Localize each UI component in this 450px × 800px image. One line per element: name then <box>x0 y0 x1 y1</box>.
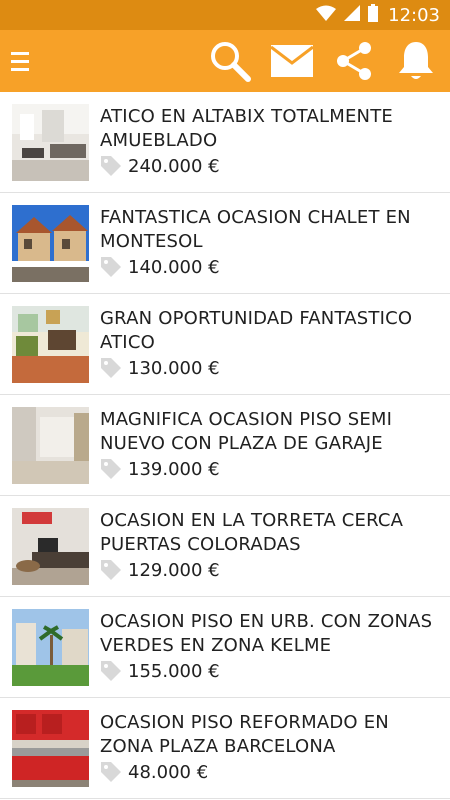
price-tag-icon <box>100 155 122 177</box>
list-item[interactable]: ATICO EN ALTABIX TOTALMENTE AMUEBLADO 24… <box>0 92 450 193</box>
listing-list: ATICO EN ALTABIX TOTALMENTE AMUEBLADO 24… <box>0 92 450 800</box>
listing-title: MAGNIFICA OCASION PISO SEMI NUEVO CON PL… <box>100 409 393 454</box>
wifi-icon <box>316 5 337 26</box>
mail-icon[interactable] <box>268 37 316 85</box>
listing-title: OCASION PISO REFORMADO EN ZONA PLAZA BAR… <box>100 712 389 757</box>
hamburger-menu-icon[interactable] <box>0 30 40 92</box>
status-bar: 12:03 <box>0 0 450 30</box>
listing-title: ATICO EN ALTABIX TOTALMENTE AMUEBLADO <box>100 106 393 151</box>
listing-price: 48.000 € <box>128 761 209 783</box>
listing-thumbnail <box>12 609 89 686</box>
listing-thumbnail <box>12 104 89 181</box>
list-item[interactable]: GRAN OPORTUNIDAD FANTASTICO ATICO 130.00… <box>0 294 450 395</box>
listing-price: 139.000 € <box>128 458 220 480</box>
share-icon[interactable] <box>330 37 378 85</box>
listing-title: OCASION EN LA TORRETA CERCA PUERTAS COLO… <box>100 510 404 555</box>
price-tag-icon <box>100 559 122 581</box>
signal-icon <box>344 4 361 26</box>
price-tag-icon <box>100 458 122 480</box>
listing-thumbnail <box>12 710 89 787</box>
price-tag-icon <box>100 761 122 783</box>
listing-price: 130.000 € <box>128 357 220 379</box>
listing-title: GRAN OPORTUNIDAD FANTASTICO ATICO <box>100 308 413 353</box>
list-item[interactable]: OCASION PISO EN URB. CON ZONAS VERDES EN… <box>0 597 450 698</box>
listing-title: OCASION PISO EN URB. CON ZONAS VERDES EN… <box>100 611 433 656</box>
listing-price: 140.000 € <box>128 256 220 278</box>
price-tag-icon <box>100 660 122 682</box>
app-bar <box>0 30 450 92</box>
listing-title: FANTASTICA OCASION CHALET EN MONTESOL <box>100 207 411 252</box>
battery-icon <box>368 3 379 27</box>
listing-price: 155.000 € <box>128 660 220 682</box>
list-item[interactable]: OCASION EN LA TORRETA CERCA PUERTAS COLO… <box>0 496 450 597</box>
listing-thumbnail <box>12 205 89 282</box>
price-tag-icon <box>100 357 122 379</box>
listing-price: 129.000 € <box>128 559 220 581</box>
list-item[interactable]: MAGNIFICA OCASION PISO SEMI NUEVO CON PL… <box>0 395 450 496</box>
status-time: 12:03 <box>388 4 440 26</box>
bell-icon[interactable] <box>392 37 440 85</box>
listing-thumbnail <box>12 306 89 383</box>
search-icon[interactable] <box>206 37 254 85</box>
listing-thumbnail <box>12 407 89 484</box>
listing-price: 240.000 € <box>128 155 220 177</box>
list-item[interactable]: FANTASTICA OCASION CHALET EN MONTESOL 14… <box>0 193 450 294</box>
list-item[interactable]: OCASION PISO REFORMADO EN ZONA PLAZA BAR… <box>0 698 450 799</box>
listing-thumbnail <box>12 508 89 585</box>
price-tag-icon <box>100 256 122 278</box>
